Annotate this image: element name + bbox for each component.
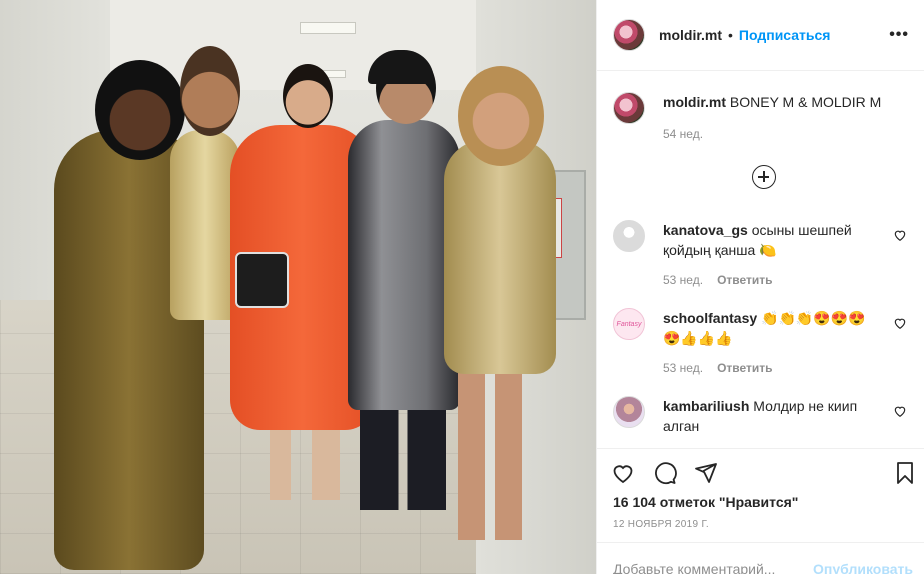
comment-body: schoolfantasy 👏👏👏😍😍😍😍👍👍👍 53 нед. Ответить (663, 308, 879, 378)
person-head (283, 64, 333, 128)
caption-text: BONEY M & MOLDIR M (729, 94, 882, 110)
author-avatar[interactable] (613, 19, 645, 51)
reply-button[interactable]: Ответить (717, 361, 772, 375)
caption-time[interactable]: 54 нед. (663, 124, 881, 144)
comment-meta: 53 нед. Ответить (663, 270, 879, 290)
post-header: moldir.mt • Подписаться ••• (597, 0, 924, 71)
heart-icon[interactable] (611, 461, 635, 485)
comment-body: kambariliush Молдир не киип алган (663, 396, 879, 436)
plus-circle-icon[interactable] (752, 165, 776, 189)
comment: Fantasy schoolfantasy 👏👏👏😍😍😍😍👍👍👍 53 нед.… (613, 308, 913, 378)
caption-body: moldir.mt BONEY M & MOLDIR M 54 нед. (663, 92, 881, 144)
bookmark-icon[interactable] (893, 461, 917, 485)
post-actions: 16 104 отметок "Нравится" 12 НОЯБРЯ 2019… (597, 448, 924, 574)
photo-ceiling-light (300, 22, 356, 34)
heart-icon[interactable] (893, 316, 907, 330)
follow-button[interactable]: Подписаться (739, 27, 831, 43)
comment: kanatova_gs осыны шешпей қойдың қанша 🍋 … (613, 220, 913, 290)
author-avatar[interactable] (613, 92, 645, 124)
comment-body: kanatova_gs осыны шешпей қойдың қанша 🍋 … (663, 220, 879, 290)
add-comment-bar: Опубликовать (597, 542, 924, 574)
heart-icon[interactable] (893, 404, 907, 418)
publish-button[interactable]: Опубликовать (813, 561, 913, 574)
person-figure (444, 140, 556, 374)
reply-button[interactable]: Ответить (717, 273, 772, 287)
comment-input[interactable] (613, 561, 803, 574)
post-caption: moldir.mt BONEY M & MOLDIR M 54 нед. (613, 92, 913, 144)
comment-time[interactable]: 53 нед. (663, 361, 703, 375)
comment-username[interactable]: kambariliush (663, 398, 749, 414)
post-date: 12 НОЯБРЯ 2019 Г. (613, 519, 710, 530)
likes-count[interactable]: 16 104 отметок "Нравится" (613, 494, 798, 510)
commenter-avatar[interactable] (613, 396, 645, 428)
commenter-avatar[interactable]: Fantasy (613, 308, 645, 340)
post-photo[interactable] (0, 0, 596, 574)
caption-username[interactable]: moldir.mt (663, 94, 726, 110)
person-head (95, 60, 185, 160)
separator-dot: • (728, 27, 733, 43)
post-side-panel: moldir.mt • Подписаться ••• moldir.mt BO… (596, 0, 924, 574)
comment-icon[interactable] (653, 461, 677, 485)
share-icon[interactable] (694, 461, 718, 485)
comment-username[interactable]: schoolfantasy (663, 310, 757, 326)
comment-username[interactable]: kanatova_gs (663, 222, 748, 238)
comment-time[interactable]: 53 нед. (663, 273, 703, 287)
person-legs (458, 370, 522, 540)
person-head (180, 46, 240, 136)
comment: kambariliush Молдир не киип алган (613, 396, 913, 436)
commenter-avatar[interactable] (613, 220, 645, 252)
heart-icon[interactable] (893, 228, 907, 242)
more-icon[interactable]: ••• (889, 26, 909, 44)
comment-meta: 53 нед. Ответить (663, 358, 879, 378)
person-legs (270, 430, 340, 500)
person-head (458, 66, 544, 166)
author-username[interactable]: moldir.mt (659, 27, 722, 43)
handbag (235, 252, 289, 308)
